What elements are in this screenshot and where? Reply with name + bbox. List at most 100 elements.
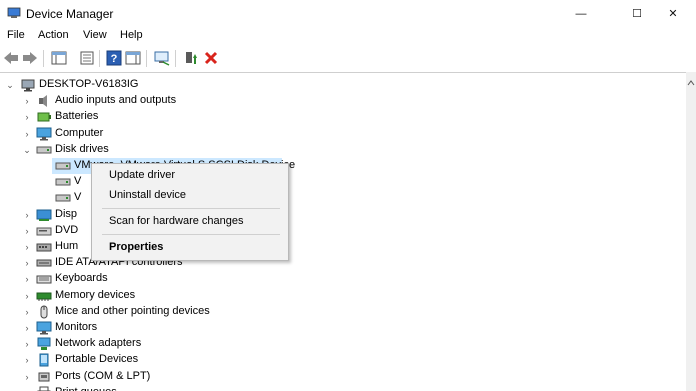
- display-adapter-icon: [36, 209, 52, 221]
- ide-controller-icon: [36, 259, 52, 267]
- tree-item-label: Computer: [55, 126, 104, 139]
- menu-help[interactable]: Help: [120, 29, 143, 41]
- disk-icon: [55, 162, 71, 170]
- toolbar-separator: [146, 50, 147, 67]
- menu-file[interactable]: File: [7, 29, 25, 41]
- tree-item-label: Memory devices: [55, 288, 136, 301]
- chevron-right-icon[interactable]: ›: [22, 339, 32, 349]
- tree-item-label: DVD: [55, 223, 79, 236]
- tree-category-audio-inputs-outputs[interactable]: › Audio inputs and outputs: [0, 93, 686, 109]
- chevron-right-icon[interactable]: ›: [22, 258, 32, 268]
- tree-category-mice-pointing-devices[interactable]: › Mice and other pointing devices: [0, 304, 686, 320]
- menu-bar: File Action View Help: [0, 27, 696, 45]
- context-menu-separator: [102, 234, 280, 235]
- tree-category-keyboards[interactable]: › Keyboards: [0, 271, 686, 287]
- tree-category-memory-devices[interactable]: › Memory devices: [0, 288, 686, 304]
- tree-item-label: V: [74, 175, 82, 188]
- scan-hardware-icon[interactable]: [154, 50, 170, 66]
- monitor-icon: [36, 127, 52, 141]
- tree-item-label: Disp: [55, 207, 78, 220]
- tree-root-label: DESKTOP-V6183IG: [39, 78, 139, 90]
- tree-root[interactable]: ⌄ DESKTOP-V6183IG: [0, 77, 686, 93]
- chevron-right-icon[interactable]: ›: [22, 355, 32, 365]
- uninstall-icon[interactable]: [203, 50, 219, 66]
- menu-uninstall-device[interactable]: Uninstall device: [109, 189, 186, 201]
- title-bar: Device Manager — ☐ ✕: [0, 0, 696, 27]
- tree-item-label: Hum: [55, 240, 79, 252]
- tree-item-label: Disk drives: [55, 142, 109, 155]
- portable-device-icon: [39, 353, 49, 367]
- toolbar: ?: [0, 46, 696, 71]
- menu-properties[interactable]: Properties: [109, 241, 163, 253]
- chevron-right-icon[interactable]: ›: [22, 129, 32, 139]
- help-icon[interactable]: ?: [106, 50, 122, 66]
- tree-item-label: Portable Devices: [55, 353, 139, 366]
- tree-category-portable-devices[interactable]: › Portable Devices: [0, 352, 686, 368]
- memory-icon: [36, 292, 52, 301]
- chevron-right-icon[interactable]: ›: [22, 226, 32, 236]
- context-menu: Update driver Uninstall device Scan for …: [91, 163, 289, 261]
- disk-icon: [55, 194, 71, 202]
- menu-update-driver[interactable]: Update driver: [109, 169, 175, 181]
- monitor-icon: [36, 321, 52, 335]
- close-button[interactable]: ✕: [650, 0, 696, 27]
- tree-item-label: Batteries: [55, 110, 99, 123]
- chevron-right-icon[interactable]: ›: [22, 307, 32, 317]
- toolbar-separator: [175, 50, 176, 67]
- window-title: Device Manager: [26, 7, 114, 21]
- chevron-down-icon[interactable]: ⌄: [5, 80, 15, 90]
- context-menu-separator: [102, 208, 280, 209]
- tree-item-label: Audio inputs and outputs: [55, 94, 177, 107]
- port-icon: [38, 372, 50, 382]
- chevron-right-icon[interactable]: ›: [22, 96, 32, 106]
- chevron-right-icon[interactable]: ›: [22, 210, 32, 220]
- disk-icon: [55, 178, 71, 186]
- dvd-drive-icon: [36, 227, 52, 236]
- back-icon[interactable]: [3, 50, 19, 66]
- toolbar-separator: [99, 50, 100, 67]
- menu-scan-hardware-changes[interactable]: Scan for hardware changes: [109, 215, 244, 227]
- show-hidden-icon[interactable]: [79, 50, 95, 66]
- menu-view[interactable]: View: [83, 29, 107, 41]
- tree-item-label: Network adapters: [55, 337, 142, 350]
- tree-item-label: Mice and other pointing devices: [55, 304, 210, 317]
- menu-action[interactable]: Action: [38, 29, 69, 41]
- toolbar-separator: [43, 50, 44, 67]
- forward-icon[interactable]: [22, 50, 38, 66]
- printer-icon: [37, 386, 51, 391]
- computer-root-icon: [21, 79, 35, 92]
- chevron-right-icon[interactable]: ›: [22, 323, 32, 333]
- toolbar-divider: [0, 72, 686, 73]
- tree-category-batteries[interactable]: › Batteries: [0, 109, 686, 125]
- chevron-right-icon[interactable]: ›: [22, 372, 32, 382]
- minimize-button[interactable]: —: [558, 0, 604, 27]
- chevron-down-icon[interactable]: ⌄: [22, 145, 32, 155]
- tree-item-label: Ports (COM & LPT): [55, 369, 151, 382]
- tree-item-label: Print queues: [55, 386, 117, 391]
- tree-item-label: V: [74, 191, 82, 204]
- vertical-scrollbar[interactable]: [686, 72, 696, 391]
- device-manager-icon: [7, 7, 21, 18]
- update-driver-icon[interactable]: [183, 50, 199, 66]
- hid-icon: [36, 243, 52, 252]
- scroll-up-icon[interactable]: [686, 78, 696, 88]
- network-adapter-icon: [37, 337, 51, 351]
- tree-category-ports[interactable]: › Ports (COM & LPT): [0, 369, 686, 385]
- action-pane-icon[interactable]: [125, 50, 141, 66]
- chevron-right-icon[interactable]: ›: [22, 242, 32, 252]
- tree-category-computer[interactable]: › Computer: [0, 126, 686, 142]
- tree-category-monitors[interactable]: › Monitors: [0, 320, 686, 336]
- properties-pane-icon[interactable]: [51, 50, 67, 66]
- tree-category-network-adapters[interactable]: › Network adapters: [0, 336, 686, 352]
- tree-category-print-queues[interactable]: ›Print queues: [0, 385, 686, 391]
- keyboard-icon: [36, 275, 52, 284]
- chevron-right-icon[interactable]: ›: [22, 291, 32, 301]
- tree-item-label: Keyboards: [55, 272, 108, 285]
- chevron-right-icon[interactable]: ›: [22, 112, 32, 122]
- chevron-right-icon[interactable]: ›: [22, 274, 32, 284]
- speaker-icon: [39, 95, 47, 108]
- mouse-icon: [40, 305, 48, 319]
- tree-category-disk-drives[interactable]: ⌄ Disk drives: [0, 142, 686, 158]
- disk-drive-icon: [36, 146, 52, 154]
- battery-icon: [37, 112, 51, 122]
